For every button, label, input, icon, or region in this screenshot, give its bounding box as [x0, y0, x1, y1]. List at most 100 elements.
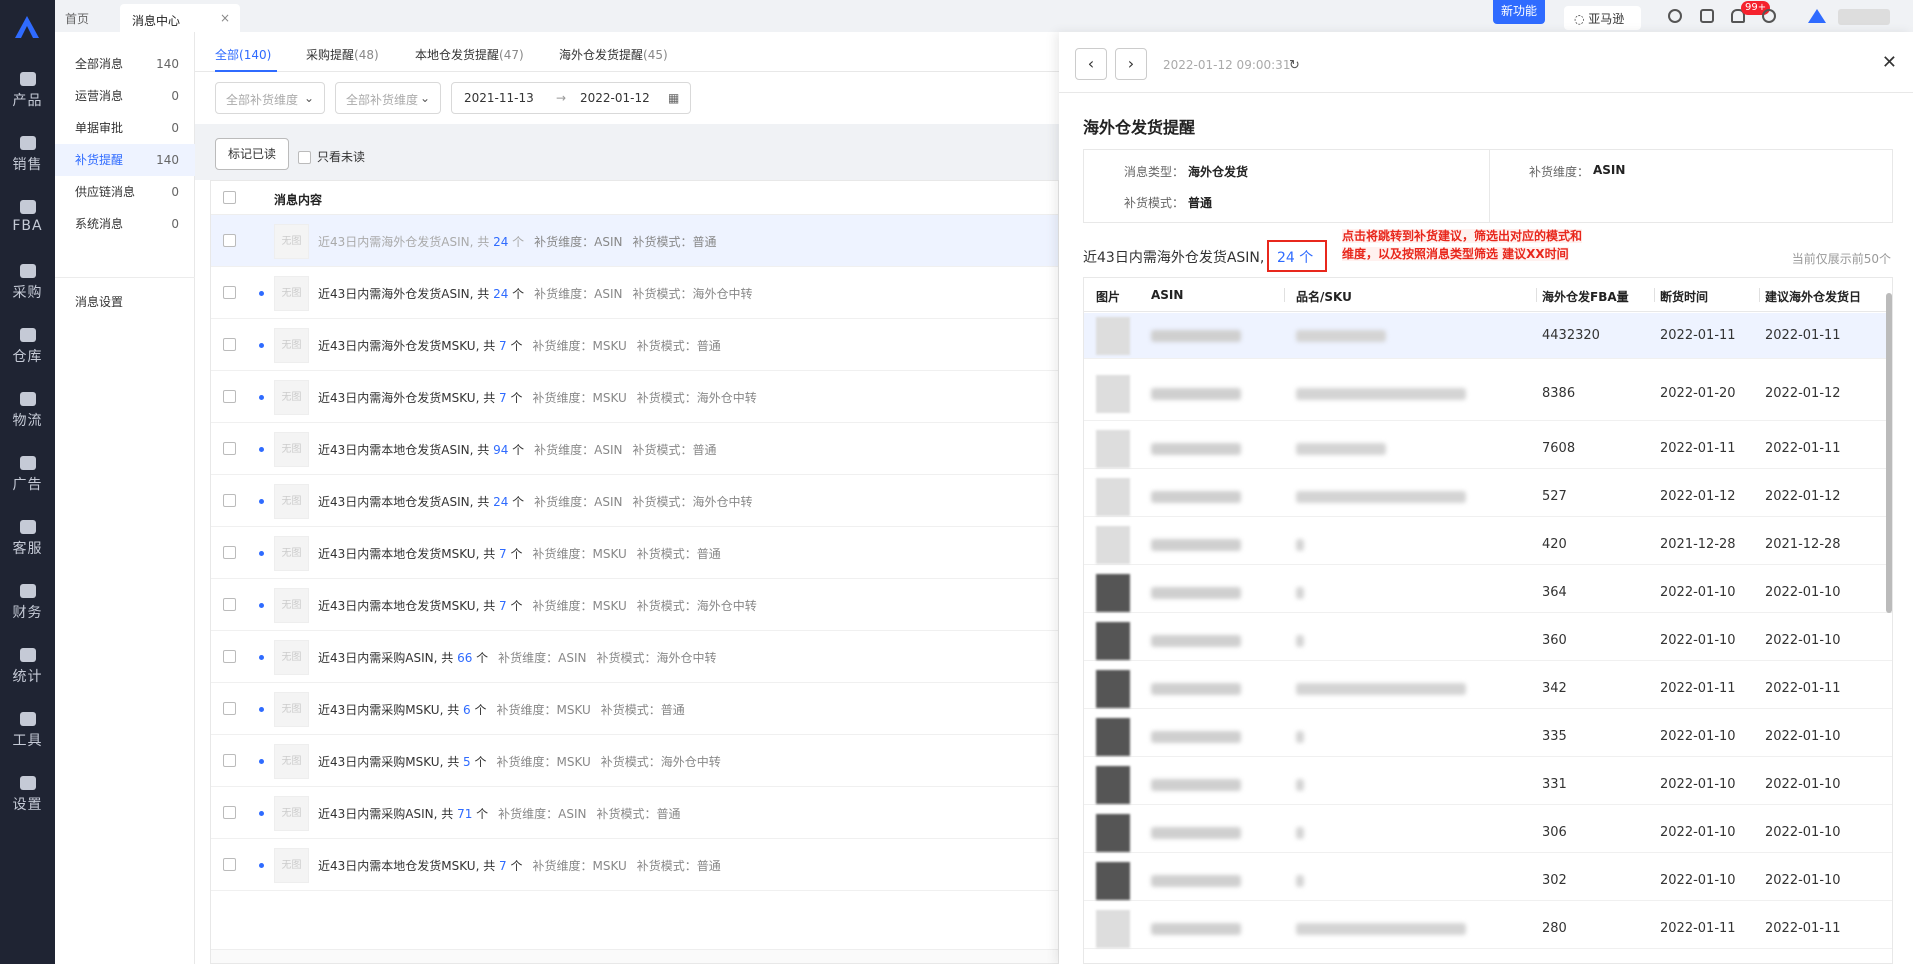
nav-item-11[interactable]: 设置	[0, 768, 55, 826]
next-message-button[interactable]: ›	[1115, 48, 1147, 80]
table-row[interactable]: 331 2022-01-10 2022-01-10	[1084, 765, 1892, 805]
table-row[interactable]: 无图 近43日内需采购ASIN, 共 66 个补货维度：ASIN 补货模式：海外仓中…	[211, 631, 1058, 683]
mark-read-button[interactable]: 标记已读	[215, 138, 289, 170]
row-checkbox[interactable]	[223, 702, 236, 715]
message-text[interactable]: 近43日内需海外仓发货MSKU, 共 7 个补货维度：MSKU 补货模式：普通	[318, 337, 721, 354]
asin-value	[1151, 827, 1241, 839]
table-row[interactable]: 280 2022-01-11 2022-01-11	[1084, 909, 1892, 949]
date-range-picker[interactable]: 2021-11-13 → 2022-01-12 ▦	[451, 82, 691, 114]
table-row[interactable]: 无图 近43日内需海外仓发货ASIN, 共 24 个补货维度：ASIN 补货模式：普…	[211, 215, 1058, 267]
table-row[interactable]: 527 2022-01-12 2022-01-12	[1084, 477, 1892, 517]
row-checkbox[interactable]	[223, 494, 236, 507]
table-row[interactable]: 364 2022-01-10 2022-01-10	[1084, 573, 1892, 613]
table-row[interactable]: 无图 近43日内需采购ASIN, 共 71 个补货维度：ASIN 补货模式：普通	[211, 787, 1058, 839]
message-text[interactable]: 近43日内需海外仓发货ASIN, 共 24 个补货维度：ASIN 补货模式：普通	[318, 233, 717, 250]
message-text[interactable]: 近43日内需采购ASIN, 共 71 个补货维度：ASIN 补货模式：普通	[318, 805, 681, 822]
message-text[interactable]: 近43日内需海外仓发货ASIN, 共 24 个补货维度：ASIN 补货模式：海外仓…	[318, 285, 753, 302]
table-row[interactable]: 无图 近43日内需海外仓发货MSKU, 共 7 个补货维度：MSKU 补货模式：普通	[211, 319, 1058, 371]
dimension-select-1[interactable]: 全部补货维度 ⌄	[215, 82, 325, 114]
select-all-checkbox[interactable]	[223, 191, 236, 204]
download-icon[interactable]	[1668, 9, 1682, 23]
row-checkbox[interactable]	[223, 338, 236, 351]
nav-item-5[interactable]: 物流	[0, 384, 55, 442]
tab-message-center[interactable]: 消息中心 ×	[120, 4, 240, 32]
sidebar-item-message-settings[interactable]: 消息设置	[55, 286, 195, 318]
message-text[interactable]: 近43日内需采购ASIN, 共 66 个补货维度：ASIN 补货模式：海外仓中转	[318, 649, 717, 666]
user-name[interactable]	[1838, 9, 1890, 25]
row-checkbox[interactable]	[223, 858, 236, 871]
nav-item-1[interactable]: 销售	[0, 128, 55, 186]
tab-home[interactable]: 首页	[65, 10, 89, 27]
help-icon[interactable]	[1762, 9, 1776, 23]
nav-item-7[interactable]: 客服	[0, 512, 55, 570]
table-row[interactable]: 无图 近43日内需本地仓发货ASIN, 共 24 个补货维度：ASIN 补货模式：海…	[211, 475, 1058, 527]
message-text[interactable]: 近43日内需本地仓发货ASIN, 共 94 个补货维度：ASIN 补货模式：普通	[318, 441, 717, 458]
tab-purchase[interactable]: 采购提醒(48)	[306, 46, 379, 63]
tab-all[interactable]: 全部(140)	[215, 46, 271, 63]
table-row[interactable]: 无图 近43日内需本地仓发货MSKU, 共 7 个补货维度：MSKU 补货模式：普通	[211, 527, 1058, 579]
row-checkbox[interactable]	[223, 598, 236, 611]
row-checkbox[interactable]	[223, 546, 236, 559]
message-text[interactable]: 近43日内需本地仓发货MSKU, 共 7 个补货维度：MSKU 补货模式：普通	[318, 545, 721, 562]
horizontal-scrollbar[interactable]	[211, 949, 1058, 963]
table-row[interactable]: 无图 近43日内需本地仓发货MSKU, 共 7 个补货维度：MSKU 补货模式：海外…	[211, 579, 1058, 631]
sidebar-item-5[interactable]: 系统消息 0	[55, 208, 195, 240]
sidebar-item-4[interactable]: 供应链消息 0	[55, 176, 195, 208]
table-row[interactable]: 342 2022-01-11 2022-01-11	[1084, 669, 1892, 709]
table-row[interactable]: 无图 近43日内需采购MSKU, 共 5 个补货维度：MSKU 补货模式：海外仓中转	[211, 735, 1058, 787]
nav-item-9[interactable]: 统计	[0, 640, 55, 698]
table-row[interactable]: 360 2022-01-10 2022-01-10	[1084, 621, 1892, 661]
row-checkbox[interactable]	[223, 442, 236, 455]
nav-item-3[interactable]: 采购	[0, 256, 55, 314]
summary-count-link[interactable]: 24 个	[1267, 240, 1327, 272]
sidebar-item-3[interactable]: 补货提醒 140	[55, 144, 195, 176]
table-row[interactable]: 无图 近43日内需本地仓发货ASIN, 共 94 个补货维度：ASIN 补货模式：普…	[211, 423, 1058, 475]
table-row[interactable]: 无图 近43日内需海外仓发货MSKU, 共 7 个补货维度：MSKU 补货模式：海外…	[211, 371, 1058, 423]
table-row[interactable]: 306 2022-01-10 2022-01-10	[1084, 813, 1892, 853]
table-row[interactable]: 无图 近43日内需本地仓发货MSKU, 共 7 个补货维度：MSKU 补货模式：普通	[211, 839, 1058, 891]
row-checkbox[interactable]	[223, 286, 236, 299]
app-logo-icon[interactable]	[13, 14, 41, 40]
message-text[interactable]: 近43日内需采购MSKU, 共 5 个补货维度：MSKU 补货模式：海外仓中转	[318, 753, 721, 770]
bug-icon[interactable]	[1700, 9, 1714, 23]
row-checkbox[interactable]	[223, 234, 236, 247]
table-row[interactable]: 无图 近43日内需海外仓发货ASIN, 共 24 个补货维度：ASIN 补货模式：海…	[211, 267, 1058, 319]
unread-only-checkbox[interactable]: 只看未读	[298, 148, 365, 165]
close-tab-icon[interactable]: ×	[220, 11, 230, 25]
checkbox[interactable]	[298, 151, 311, 164]
nav-item-2[interactable]: FBA	[0, 192, 55, 250]
table-row[interactable]: 302 2022-01-10 2022-01-10	[1084, 861, 1892, 901]
table-row[interactable]: 8386 2022-01-20 2022-01-12	[1084, 367, 1892, 421]
sidebar-item-0[interactable]: 全部消息 140	[55, 48, 195, 80]
message-text[interactable]: 近43日内需本地仓发货MSKU, 共 7 个补货维度：MSKU 补货模式：普通	[318, 857, 721, 874]
table-row[interactable]: 420 2021-12-28 2021-12-28	[1084, 525, 1892, 565]
tab-overseas-shipping[interactable]: 海外仓发货提醒(45)	[559, 46, 668, 63]
table-row[interactable]: 4432320 2022-01-11 2022-01-11	[1084, 313, 1892, 359]
table-row[interactable]: 无图 近43日内需采购MSKU, 共 6 个补货维度：MSKU 补货模式：普通	[211, 683, 1058, 735]
dimension-select-2[interactable]: 全部补货维度 ⌄	[335, 82, 441, 114]
prev-message-button[interactable]: ‹	[1075, 48, 1107, 80]
vertical-scrollbar[interactable]	[1886, 293, 1892, 613]
refresh-icon[interactable]: ↻	[1289, 58, 1300, 73]
tab-local-shipping[interactable]: 本地仓发货提醒(47)	[415, 46, 524, 63]
nav-item-8[interactable]: 财务	[0, 576, 55, 634]
nav-item-0[interactable]: 产品	[0, 64, 55, 122]
row-checkbox[interactable]	[223, 806, 236, 819]
nav-item-4[interactable]: 仓库	[0, 320, 55, 378]
table-row[interactable]: 7608 2022-01-11 2022-01-11	[1084, 429, 1892, 469]
nav-item-6[interactable]: 广告	[0, 448, 55, 506]
row-checkbox[interactable]	[223, 650, 236, 663]
store-selector[interactable]: ◌ 亚马逊	[1564, 6, 1641, 30]
message-text[interactable]: 近43日内需本地仓发货ASIN, 共 24 个补货维度：ASIN 补货模式：海外仓…	[318, 493, 753, 510]
new-feature-button[interactable]: 新功能	[1493, 0, 1545, 24]
row-checkbox[interactable]	[223, 390, 236, 403]
sidebar-item-2[interactable]: 单据审批 0	[55, 112, 195, 144]
message-text[interactable]: 近43日内需海外仓发货MSKU, 共 7 个补货维度：MSKU 补货模式：海外仓中…	[318, 389, 757, 406]
message-text[interactable]: 近43日内需本地仓发货MSKU, 共 7 个补货维度：MSKU 补货模式：海外仓中…	[318, 597, 757, 614]
nav-item-10[interactable]: 工具	[0, 704, 55, 762]
message-text[interactable]: 近43日内需采购MSKU, 共 6 个补货维度：MSKU 补货模式：普通	[318, 701, 685, 718]
close-drawer-icon[interactable]: ✕	[1882, 52, 1897, 73]
row-checkbox[interactable]	[223, 754, 236, 767]
table-row[interactable]: 335 2022-01-10 2022-01-10	[1084, 717, 1892, 757]
sidebar-item-1[interactable]: 运营消息 0	[55, 80, 195, 112]
